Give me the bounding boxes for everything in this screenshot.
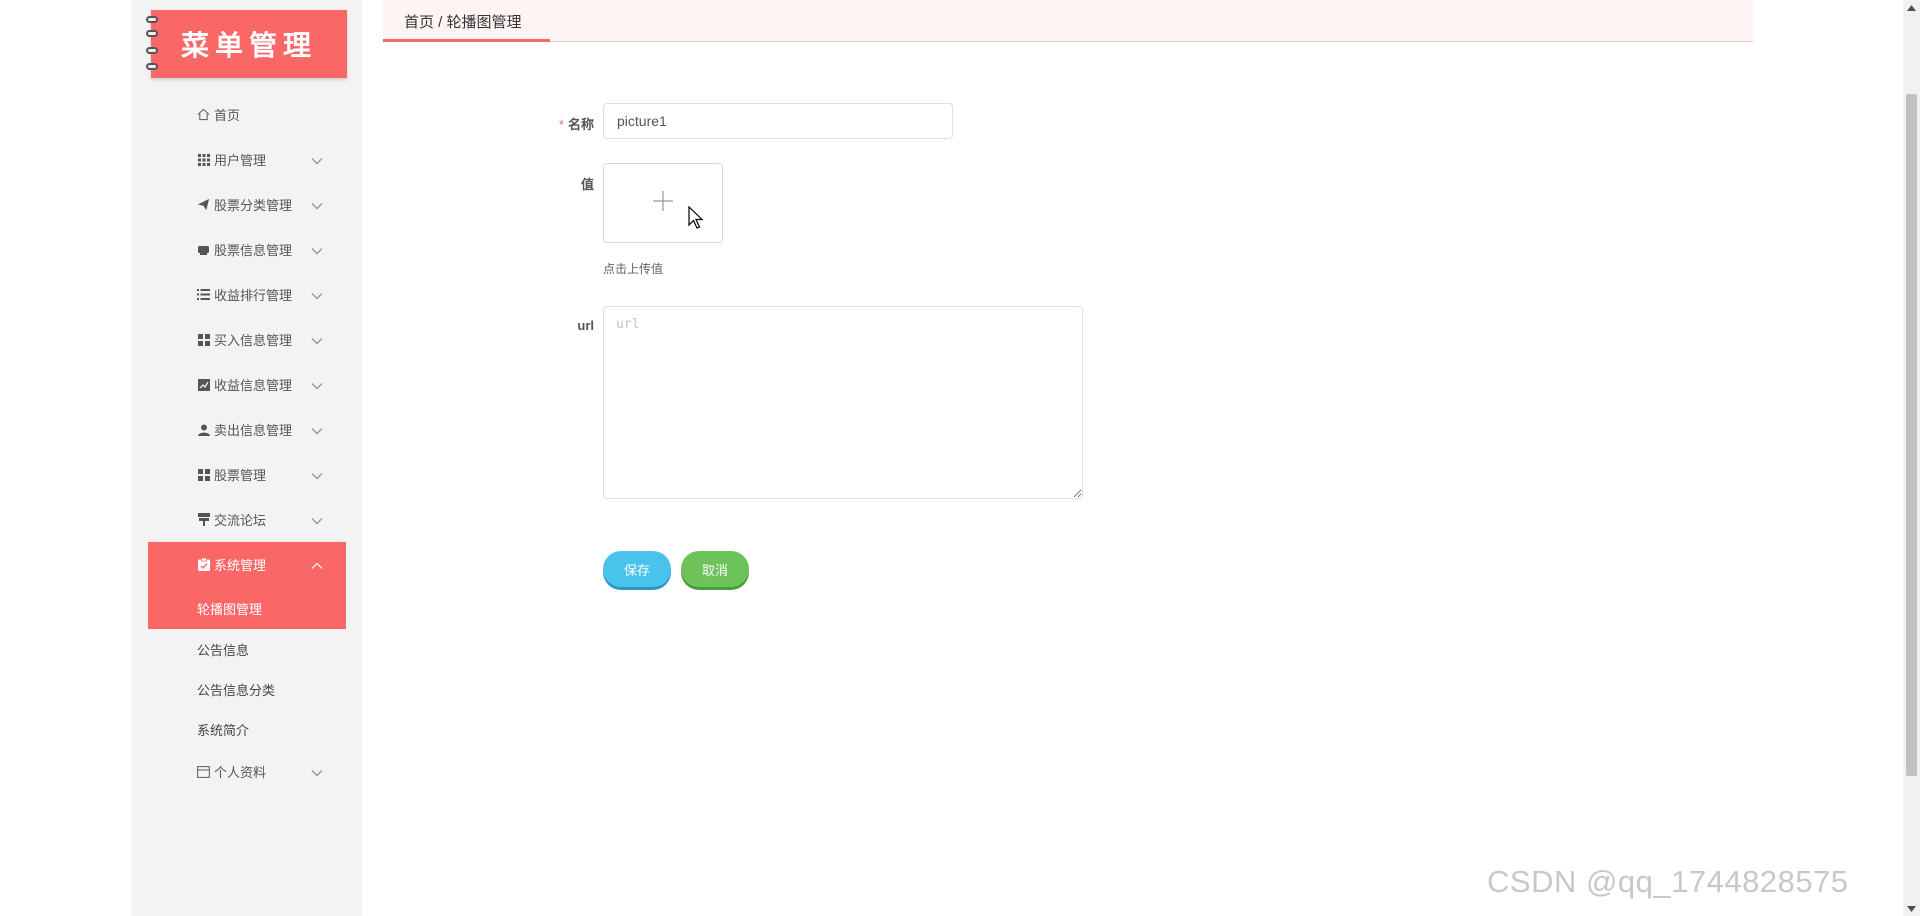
tiles-icon <box>196 332 211 347</box>
chevron-down-icon <box>311 333 323 348</box>
chevron-up-icon <box>311 558 323 573</box>
notebook-ring <box>146 16 158 23</box>
name-label-text: 名称 <box>567 117 594 132</box>
sidebar-item-stock-info[interactable]: 股票信息管理 <box>131 227 362 272</box>
sidebar-item-label: 股票管理 <box>214 468 267 483</box>
sidebar-item-label: 首页 <box>214 108 241 123</box>
sidebar-item-label: 卖出信息管理 <box>214 423 293 438</box>
sidebar-item-forum[interactable]: 交流论坛 <box>131 497 362 542</box>
sidebar-item-stock-manage[interactable]: 股票管理 <box>131 452 362 497</box>
sidebar-item-profit-ranking[interactable]: 收益排行管理 <box>131 272 362 317</box>
send-icon <box>196 197 211 212</box>
sidebar-item-profit-info[interactable]: 收益信息管理 <box>131 362 362 407</box>
card-icon <box>196 764 211 779</box>
value-label: 值 <box>580 177 594 192</box>
sidebar-item-label: 用户管理 <box>214 153 267 168</box>
url-textarea[interactable] <box>603 306 1083 499</box>
user-icon <box>196 422 211 437</box>
sidebar-subitem-notice-category[interactable]: 公告信息分类 <box>131 669 362 709</box>
printer-icon <box>196 242 211 257</box>
sidebar-menu: 首页 用户管理 股票分类管理 股票信息管理 收益排行管理 买入信息管理 收益信息… <box>131 92 362 794</box>
breadcrumb: 首页 / 轮播图管理 <box>404 14 522 31</box>
watermark: CSDN @qq_1744828575 <box>1487 864 1849 899</box>
grid-icon <box>196 152 211 167</box>
list-icon <box>196 287 211 302</box>
sidebar-item-label: 收益信息管理 <box>214 378 293 393</box>
scrollbar[interactable] <box>1903 0 1920 916</box>
notebook-ring <box>146 47 158 54</box>
notebook-ring <box>146 30 158 37</box>
clipboard-icon <box>196 557 211 572</box>
sidebar-item-home[interactable]: 首页 <box>131 92 362 137</box>
topbar: 首页 / 轮播图管理 <box>383 0 1753 42</box>
chevron-down-icon <box>311 378 323 393</box>
sidebar-item-profile[interactable]: 个人资料 <box>131 749 362 794</box>
chevron-down-icon <box>311 468 323 483</box>
scrollbar-thumb[interactable] <box>1906 94 1917 776</box>
sidebar-item-sell-info[interactable]: 卖出信息管理 <box>131 407 362 452</box>
breadcrumb-underline <box>383 39 550 42</box>
upload-tip: 点击上传值 <box>603 262 664 276</box>
sidebar-item-label: 股票信息管理 <box>214 243 293 258</box>
scroll-up-arrow-icon[interactable] <box>1907 3 1916 12</box>
sidebar-item-stock-category[interactable]: 股票分类管理 <box>131 182 362 227</box>
sign-icon <box>196 512 211 527</box>
sidebar-subitem-carousel[interactable]: 轮播图管理 <box>148 587 346 629</box>
sidebar-item-label: 个人资料 <box>214 765 267 780</box>
cancel-button[interactable]: 取消 <box>681 551 749 587</box>
mouse-cursor-icon <box>688 205 704 235</box>
tiles-icon <box>196 467 211 482</box>
left-gutter <box>0 0 131 916</box>
chevron-down-icon <box>311 153 323 168</box>
home-icon <box>196 107 211 122</box>
sidebar-item-label: 股票分类管理 <box>214 198 293 213</box>
menu-title: 菜单管理 <box>146 10 347 78</box>
chevron-down-icon <box>311 198 323 213</box>
chart-icon <box>196 377 211 392</box>
scroll-down-arrow-icon[interactable] <box>1907 904 1916 913</box>
sidebar-item-buy-info[interactable]: 买入信息管理 <box>131 317 362 362</box>
chevron-down-icon <box>311 423 323 438</box>
sidebar-subitem-notice[interactable]: 公告信息 <box>131 629 362 669</box>
name-label: * 名称 <box>514 114 594 133</box>
sidebar-item-label: 买入信息管理 <box>214 333 293 348</box>
menu-title-text: 菜单管理 <box>180 29 317 62</box>
sidebar-item-users[interactable]: 用户管理 <box>131 137 362 182</box>
plus-icon <box>652 190 674 217</box>
chevron-down-icon <box>311 288 323 303</box>
save-button[interactable]: 保存 <box>603 551 671 587</box>
sidebar-item-label: 交流论坛 <box>214 513 267 528</box>
url-label: url <box>577 318 594 333</box>
sidebar-item-label: 系统管理 <box>214 558 267 573</box>
sidebar: 菜单管理 首页 用户管理 股票分类管理 股票信息管理 收益排行管理 买入信息管理… <box>131 0 362 916</box>
image-uploader[interactable] <box>603 163 723 243</box>
chevron-down-icon <box>311 765 323 780</box>
sidebar-item-system[interactable]: 系统管理 <box>148 542 346 587</box>
sidebar-item-label: 收益排行管理 <box>214 288 293 303</box>
required-asterisk: * <box>558 117 564 132</box>
chevron-down-icon <box>311 243 323 258</box>
notebook-ring <box>146 63 158 70</box>
name-input[interactable] <box>603 103 953 139</box>
chevron-down-icon <box>311 513 323 528</box>
sidebar-subitem-system-intro[interactable]: 系统简介 <box>131 709 362 749</box>
